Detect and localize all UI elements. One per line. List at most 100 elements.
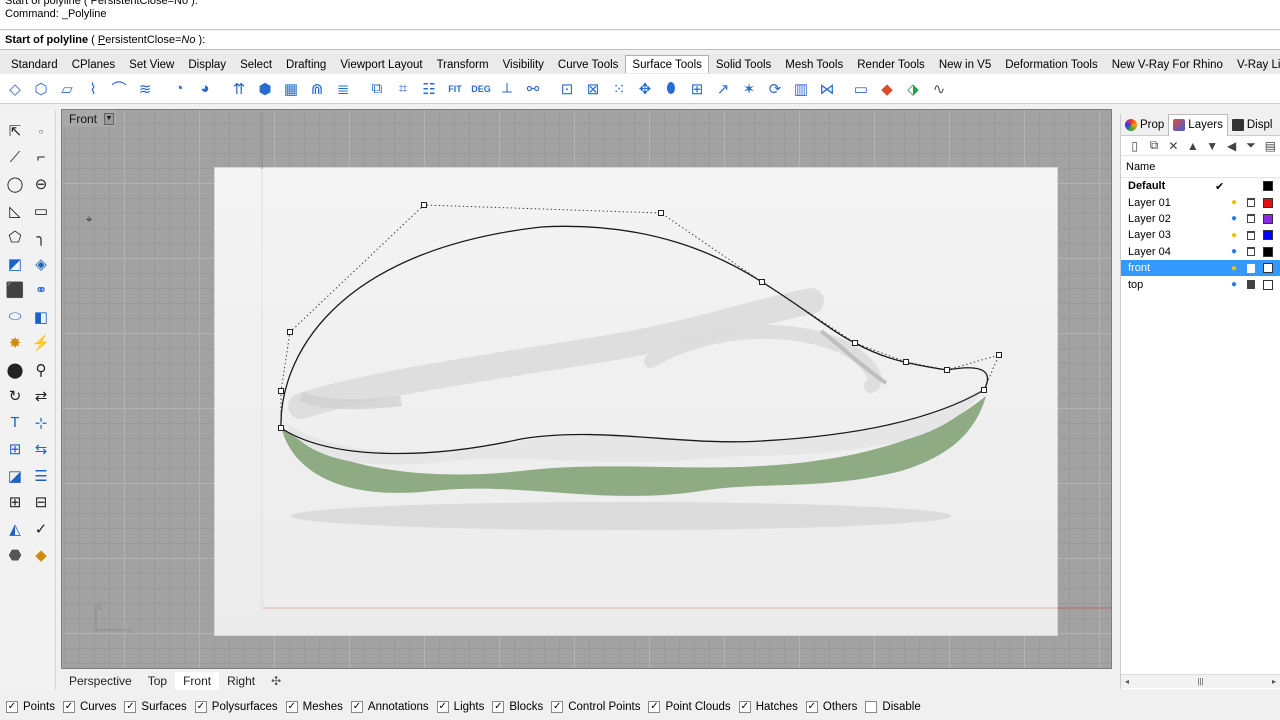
move-icon[interactable]: ↻	[2, 383, 28, 410]
cylinder-solid-icon[interactable]: ⬭	[2, 304, 28, 331]
polyline-icon[interactable]: ⟋	[2, 145, 28, 172]
toolbar-tab-standard[interactable]: Standard	[4, 55, 65, 74]
zebra-icon[interactable]: ◆	[876, 78, 898, 100]
layer-color-swatch[interactable]	[1263, 230, 1273, 241]
viewport-tab-top[interactable]: Top	[140, 672, 175, 690]
environment-map-icon[interactable]: ⬗	[902, 78, 924, 100]
osnap-checkbox[interactable]	[865, 701, 878, 713]
edit-pt-icon[interactable]: ✥	[634, 78, 656, 100]
bend-icon[interactable]: ⟳	[764, 78, 786, 100]
points-on-icon[interactable]: ⁙	[608, 78, 630, 100]
symmetry-icon[interactable]: ▥	[790, 78, 812, 100]
fillet-edge-icon[interactable]: ◧	[28, 304, 54, 331]
osnap-checkbox[interactable]: ✓	[551, 701, 564, 713]
network-srf-icon[interactable]: ▦	[280, 78, 302, 100]
viewport-tab-right[interactable]: Right	[219, 672, 263, 690]
osnap-checkbox[interactable]: ✓	[738, 701, 751, 713]
surface-from-points-icon[interactable]: ◇	[4, 78, 26, 100]
move-down-icon[interactable]: ▼	[1203, 139, 1222, 153]
patch-icon[interactable]: ⬢	[254, 78, 276, 100]
osnap-blocks[interactable]: ✓ Blocks	[492, 701, 543, 713]
split-edge-icon[interactable]: ⊠	[582, 78, 604, 100]
join-icon[interactable]: ⚲	[28, 357, 54, 384]
visibility-bulb-icon[interactable]: ●	[1231, 246, 1237, 257]
toolbar-tab-solid-tools[interactable]: Solid Tools	[709, 55, 778, 74]
render-icon[interactable]: ◭	[2, 516, 28, 543]
layer-row[interactable]: Layer 02 ●	[1121, 211, 1280, 227]
tab-layers[interactable]: Layers	[1168, 113, 1228, 136]
material-icon[interactable]: ⬣	[2, 542, 28, 569]
visibility-bulb-icon[interactable]: ●	[1231, 213, 1237, 224]
offset-srf-icon[interactable]: ⧉	[366, 78, 388, 100]
sweep1-icon[interactable]: ⌒	[108, 78, 130, 100]
osnap-lights[interactable]: ✓ Lights	[436, 701, 484, 713]
new-layer-icon[interactable]: ▯	[1125, 139, 1144, 153]
osnap-checkbox[interactable]: ✓	[194, 701, 207, 713]
toolbar-tab-drafting[interactable]: Drafting	[279, 55, 333, 74]
blend-edge-icon[interactable]: ⋈	[816, 78, 838, 100]
fillet-srf-icon[interactable]: ≣	[332, 78, 354, 100]
flow-icon[interactable]: ↗	[712, 78, 734, 100]
front-viewport[interactable]: Front ▼ ⌖ z x	[61, 109, 1112, 669]
toolbar-tab-surface-tools[interactable]: Surface Tools	[625, 55, 709, 73]
toolbar-tab-set-view[interactable]: Set View	[122, 55, 181, 74]
osnap-hatches[interactable]: ✓ Hatches	[738, 701, 798, 713]
explode-icon[interactable]: ✸	[2, 330, 28, 357]
toolbar-tab-new-in-v5[interactable]: New in V5	[932, 55, 998, 74]
boolean-union-icon[interactable]: ⚭	[28, 277, 54, 304]
viewport-menu-arrow-icon[interactable]: ▼	[104, 112, 115, 125]
select-arrow-icon[interactable]: ⇱	[2, 118, 28, 145]
shrink-srf-icon[interactable]: ⊡	[556, 78, 578, 100]
prompt-option[interactable]: PersistentClose=No	[98, 34, 196, 46]
ruler-icon[interactable]: ▭	[850, 78, 872, 100]
viewport-tab-front[interactable]: Front	[175, 672, 220, 690]
osnap-point-clouds[interactable]: ✓ Point Clouds	[648, 701, 731, 713]
osnap-checkbox[interactable]: ✓	[436, 701, 449, 713]
osnap-curves[interactable]: ✓ Curves	[62, 701, 116, 713]
layer-color-swatch[interactable]	[1263, 263, 1273, 274]
unlocked-icon[interactable]	[1247, 230, 1255, 240]
polygon-icon[interactable]: ⬠	[2, 224, 28, 251]
osnap-checkbox[interactable]: ✓	[805, 701, 818, 713]
locked-icon[interactable]	[1247, 263, 1255, 273]
extrude-curve-icon[interactable]: ◈	[28, 251, 54, 278]
filter-icon[interactable]: ⏷	[1241, 138, 1260, 153]
rectangle-icon[interactable]: ▭	[28, 198, 54, 225]
surface-from-edges-icon[interactable]: ⬡	[30, 78, 52, 100]
dimension-icon[interactable]: ⊞	[2, 436, 28, 463]
sweep2-icon[interactable]: ≋	[134, 78, 156, 100]
curve-cp-icon[interactable]: ⌐	[28, 145, 54, 172]
change-degree-icon[interactable]: ⟂	[496, 78, 518, 100]
move-out-icon[interactable]: ◀	[1222, 139, 1241, 153]
add-viewport-tab-icon[interactable]: ✣	[263, 674, 281, 688]
osnap-meshes[interactable]: ✓ Meshes	[285, 701, 343, 713]
layer-row[interactable]: front ●	[1121, 259, 1280, 277]
visibility-bulb-icon[interactable]: ●	[1231, 263, 1237, 274]
move-up-icon[interactable]: ▲	[1183, 139, 1202, 153]
osnap-others[interactable]: ✓ Others	[805, 701, 857, 713]
layer-row[interactable]: Layer 03 ●	[1121, 227, 1280, 243]
cage-icon[interactable]: ⊞	[686, 78, 708, 100]
trim-icon[interactable]: ⚡	[28, 330, 54, 357]
tab-properties[interactable]: Prop	[1121, 114, 1168, 136]
fit-icon[interactable]: FIT	[444, 78, 466, 100]
check-icon[interactable]: ✓	[28, 516, 54, 543]
osnap-checkbox[interactable]: ✓	[350, 701, 363, 713]
horizontal-scrollbar[interactable]: ◂ ||| ▸	[1121, 674, 1280, 688]
untrim-icon[interactable]: ⌗	[392, 78, 414, 100]
name-column-header[interactable]: Name	[1121, 156, 1280, 178]
group-icon[interactable]: ⬤	[2, 357, 28, 384]
layer-row[interactable]: top ●	[1121, 276, 1280, 292]
mesh-icon[interactable]: ◪	[2, 463, 28, 490]
unlocked-icon[interactable]	[1247, 247, 1255, 257]
blend-srf-icon[interactable]: ⋒	[306, 78, 328, 100]
osnap-checkbox[interactable]: ✓	[6, 701, 18, 713]
copy-icon[interactable]: ⇄	[28, 383, 54, 410]
extrude-icon[interactable]: ⇈	[228, 78, 250, 100]
osnap-checkbox[interactable]: ✓	[285, 701, 298, 713]
command-prompt[interactable]: Start of polyline ( PersistentClose=No )…	[0, 31, 1280, 50]
toolbar-tab-curve-tools[interactable]: Curve Tools	[551, 55, 626, 74]
osnap-disable[interactable]: Disable	[865, 701, 921, 713]
cylinder-icon[interactable]: ⬮	[660, 78, 682, 100]
toolbar-tab-deformation-tools[interactable]: Deformation Tools	[998, 55, 1104, 74]
